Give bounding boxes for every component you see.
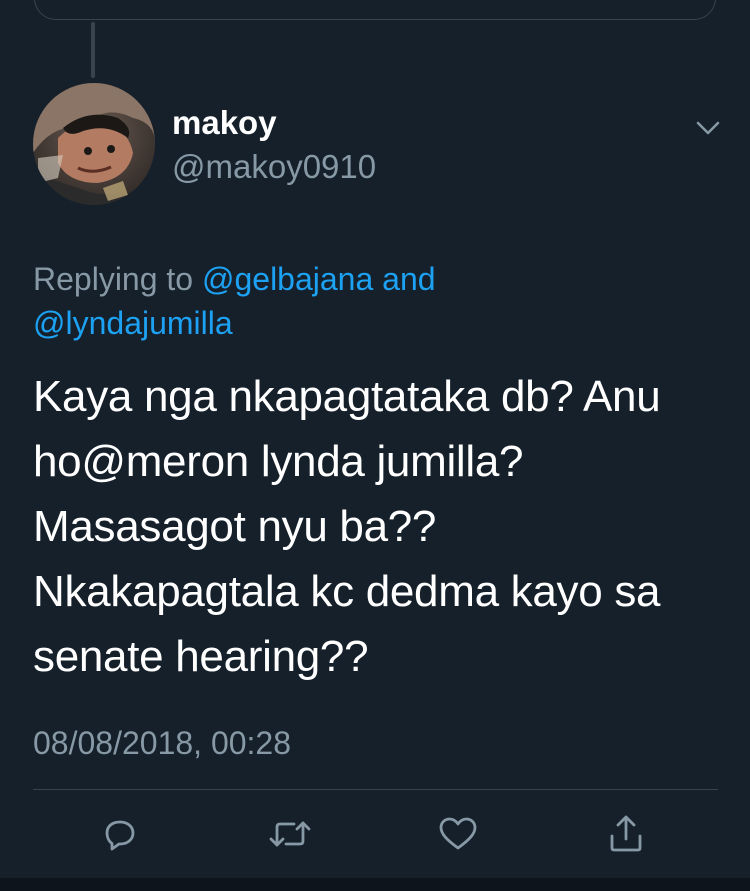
display-name[interactable]: makoy [172,104,277,142]
replying-to: Replying to @gelbajana and @lyndajumilla [33,257,723,345]
chevron-down-icon[interactable] [692,112,724,144]
tweet-text-line: senate hearing?? [33,632,369,681]
mention-link[interactable]: @gelbajana [202,261,373,297]
share-button[interactable] [604,812,648,856]
user-handle[interactable]: @makoy0910 [172,148,376,186]
reply-button[interactable] [98,812,142,856]
replying-to-label: Replying to [33,261,194,297]
tweet-text: Kaya nga nkapagtataka db? Anu ho@meron l… [33,364,733,689]
mention-link[interactable]: @lyndajumilla [33,301,723,345]
share-icon [610,815,642,852]
previous-tweet-card[interactable] [34,0,716,20]
avatar-image [33,83,155,205]
retweet-icon [269,821,311,847]
tweet-text-line: ho@meron lynda jumilla? [33,437,524,486]
bottom-bar [0,878,750,891]
tweet-text-line: Nkakapagtala kc dedma kayo sa [33,567,661,616]
avatar[interactable] [33,83,155,205]
tweet-timestamp: 08/08/2018, 00:28 [33,725,292,761]
tweet-detail-view: makoy @makoy0910 Replying to @gelbajana … [0,0,750,891]
heart-icon [439,817,477,850]
reply-icon [105,820,135,851]
like-button[interactable] [436,812,480,856]
divider [33,789,718,790]
retweet-button[interactable] [268,812,312,856]
thread-connector-line [91,22,95,78]
tweet-text-line: Masasagot nyu ba?? [33,502,437,551]
tweet-text-line: Kaya nga nkapagtataka db? Anu [33,372,661,421]
replying-to-joiner[interactable]: and [382,261,435,297]
